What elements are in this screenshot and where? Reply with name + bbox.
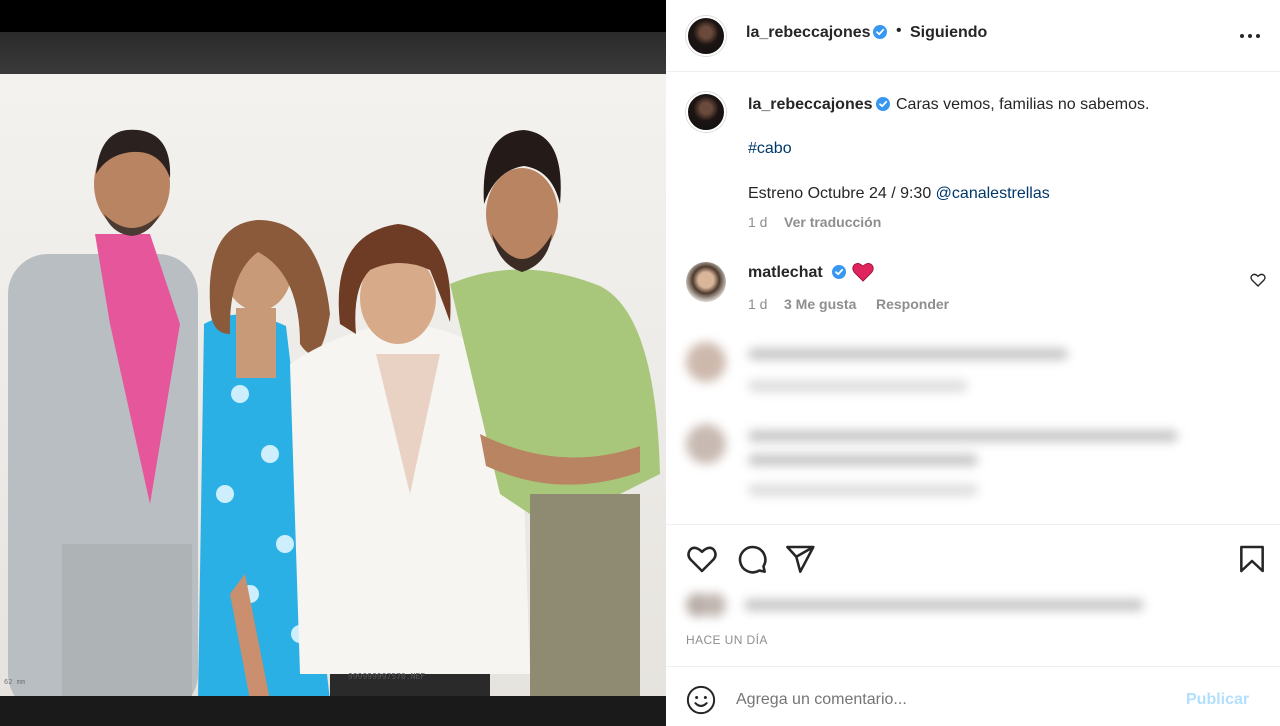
verified-badge-icon: [832, 265, 846, 279]
heart-icon[interactable]: [686, 543, 718, 575]
add-comment-bar: Publicar: [666, 666, 1280, 726]
commenter-avatar[interactable]: [686, 262, 726, 302]
red-heart-emoji-icon: [852, 262, 874, 282]
post-actions: HACE UN DÍA: [666, 524, 1280, 666]
camera-file-label: 999999997570.NEF: [348, 672, 426, 681]
camera-mm-label: 62 mm: [4, 678, 26, 686]
caption-age: 1 d: [748, 214, 768, 230]
blurred-likes: [684, 589, 1164, 621]
caption-text: Caras vemos, familias no sabemos.: [896, 96, 1150, 113]
commenter-username[interactable]: matlechat: [748, 264, 823, 282]
hashtag-link[interactable]: #cabo: [748, 140, 792, 158]
comments-area: la_rebeccajones Caras vemos, familias no…: [666, 72, 1280, 524]
post-timestamp: HACE UN DÍA: [686, 633, 768, 647]
bookmark-icon[interactable]: [1236, 543, 1268, 575]
comment-input[interactable]: [736, 685, 1156, 715]
comment-likes[interactable]: 3 Me gusta: [784, 296, 856, 312]
post-header: la_rebeccajones • Siguiendo: [666, 0, 1280, 72]
author-avatar[interactable]: [686, 16, 726, 56]
premiere-line: Estreno Octubre 24 / 9:30 @canalestrella…: [748, 185, 1050, 203]
reply-button[interactable]: Responder: [876, 296, 949, 312]
premiere-text: Estreno Octubre 24 / 9:30: [748, 185, 936, 202]
comment-icon[interactable]: [736, 543, 768, 575]
caption-username[interactable]: la_rebeccajones: [748, 96, 873, 114]
header-separator: •: [896, 22, 902, 39]
comment-like-heart-icon[interactable]: [1250, 272, 1266, 288]
caption-author-avatar[interactable]: [686, 92, 726, 132]
verified-badge-icon: [873, 25, 887, 39]
photo-scene: [8, 129, 660, 700]
post-photo[interactable]: [0, 74, 666, 700]
emoji-icon[interactable]: [686, 685, 716, 715]
post-photo-pane: 999999997570.NEF 62 mm: [0, 0, 666, 726]
post-sidebar: la_rebeccajones • Siguiendo la_rebeccajo…: [666, 0, 1280, 726]
blurred-comments: [666, 334, 1280, 524]
more-icon[interactable]: [1238, 24, 1262, 48]
mention-link[interactable]: @canalestrellas: [936, 185, 1050, 202]
comment-age: 1 d: [748, 296, 768, 312]
camera-screen: 999999997570.NEF 62 mm: [0, 32, 666, 726]
translate-link[interactable]: Ver traducción: [784, 214, 881, 230]
verified-badge-icon: [876, 97, 890, 111]
send-icon[interactable]: [784, 543, 816, 575]
publish-button[interactable]: Publicar: [1186, 691, 1249, 709]
author-username[interactable]: la_rebeccajones: [746, 24, 871, 42]
following-button[interactable]: Siguiendo: [910, 24, 987, 42]
